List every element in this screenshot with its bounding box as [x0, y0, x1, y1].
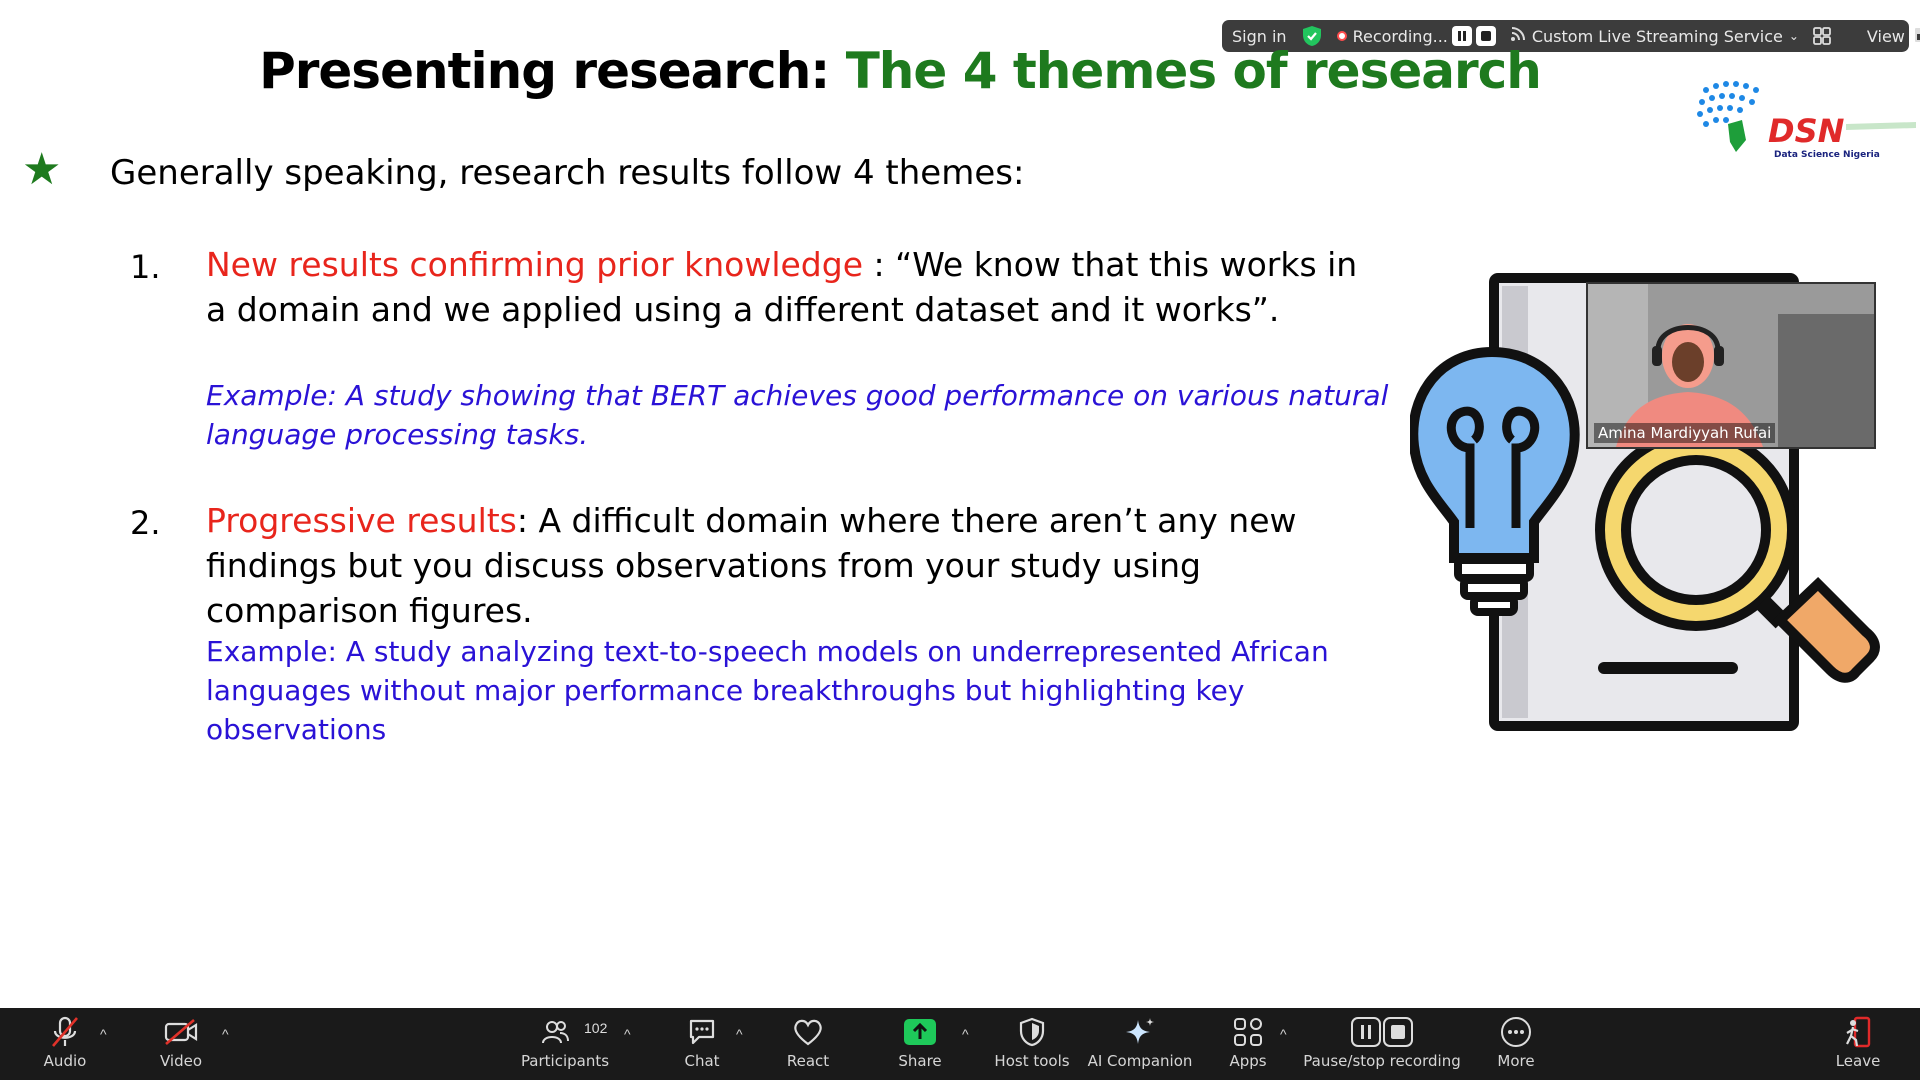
host-tools-button[interactable]: Host tools	[977, 1014, 1087, 1070]
item-1-highlight: New results confirming prior knowledge	[206, 245, 864, 284]
view-menu-button[interactable]: View	[1867, 27, 1920, 46]
slide-title-main: Presenting research:	[259, 42, 846, 100]
video-label: Video	[159, 1052, 203, 1070]
meeting-controls-toolbar: Audio ^ Video ^ 102 Participants ^ Chat …	[0, 1008, 1920, 1080]
slide-title: Presenting research: The 4 themes of res…	[250, 42, 1550, 100]
audio-label: Audio	[43, 1052, 87, 1070]
item-1-example: Example: A study showing that BERT achie…	[206, 379, 1389, 451]
view-layout-icon	[1914, 27, 1920, 46]
star-bullet-icon: ★	[22, 145, 62, 194]
item-2-example: Example: A study analyzing text-to-speec…	[206, 635, 1329, 746]
view-label: View	[1866, 26, 1905, 46]
microphone-muted-icon	[50, 1014, 80, 1050]
shield-icon	[1019, 1014, 1045, 1050]
video-off-icon	[164, 1014, 198, 1050]
participant-name-label: Amina Mardiyyah Rufai	[1594, 423, 1776, 443]
participants-icon: 102	[510, 1014, 620, 1050]
logo-subtitle: Data Science Nigeria	[1774, 150, 1880, 160]
participants-options-chevron-icon[interactable]: ^	[624, 1026, 631, 1042]
pause-icon	[1457, 31, 1466, 41]
chat-button[interactable]: Chat	[647, 1014, 757, 1070]
share-screen-icon	[904, 1014, 936, 1050]
participants-count: 102	[584, 1020, 608, 1036]
recording-dot-icon	[1336, 31, 1347, 41]
gallery-grid-icon[interactable]	[1813, 27, 1831, 45]
slide-title-highlight: The 4 themes of research	[845, 42, 1542, 100]
leave-button[interactable]: Leave	[1803, 1014, 1913, 1070]
live-streaming-menu[interactable]: Custom Live Streaming Service ⌄	[1510, 26, 1799, 46]
intro-text: Generally speaking, research results fol…	[110, 153, 1025, 193]
apps-options-chevron-icon[interactable]: ^	[1280, 1026, 1287, 1042]
apps-icon	[1233, 1014, 1263, 1050]
chat-icon	[687, 1014, 717, 1050]
dsn-logo: DSN Data Science Nigeria	[1696, 80, 1916, 170]
heart-icon	[792, 1014, 824, 1050]
chevron-down-icon: ⌄	[1788, 29, 1799, 43]
audio-button[interactable]: Audio	[10, 1014, 120, 1070]
leave-icon	[1843, 1014, 1873, 1050]
participant-video-tile[interactable]: Amina Mardiyyah Rufai	[1586, 282, 1876, 449]
stop-icon	[1480, 31, 1491, 41]
chat-options-chevron-icon[interactable]: ^	[736, 1026, 743, 1042]
item-2-highlight: Progressive results	[206, 501, 517, 540]
share-options-chevron-icon[interactable]: ^	[962, 1026, 969, 1042]
video-options-chevron-icon[interactable]: ^	[222, 1026, 229, 1042]
item-1-number: 1.	[130, 248, 161, 286]
pause-stop-recording-icon	[1351, 1014, 1413, 1050]
item-1-text: New results confirming prior knowledge :…	[206, 242, 1386, 332]
item-2-text: Progressive results: A difficult domain …	[206, 498, 1386, 633]
apps-button[interactable]: Apps	[1193, 1014, 1303, 1070]
apps-label: Apps	[1229, 1052, 1267, 1070]
ai-companion-button[interactable]: AI Companion	[1085, 1014, 1195, 1070]
item-2-number: 2.	[130, 504, 161, 542]
leave-label: Leave	[1835, 1052, 1881, 1070]
ai-companion-label: AI Companion	[1087, 1052, 1193, 1070]
sparkle-icon	[1124, 1014, 1156, 1050]
pause-stop-recording-label: Pause/stop recording	[1303, 1052, 1461, 1070]
participants-label: Participants	[520, 1052, 610, 1070]
video-button[interactable]: Video	[126, 1014, 236, 1070]
logo-brand: DSN	[1768, 112, 1845, 150]
more-options-icon	[1500, 1014, 1532, 1050]
share-label: Share	[898, 1052, 942, 1070]
react-button[interactable]: React	[753, 1014, 863, 1070]
pause-stop-recording-button[interactable]: Pause/stop recording	[1303, 1014, 1461, 1070]
participants-button[interactable]: 102 Participants	[510, 1014, 620, 1070]
host-tools-label: Host tools	[994, 1052, 1070, 1070]
more-label: More	[1497, 1052, 1535, 1070]
streaming-label: Custom Live Streaming Service	[1531, 26, 1783, 46]
audio-options-chevron-icon[interactable]: ^	[100, 1026, 107, 1042]
react-label: React	[786, 1052, 830, 1070]
chat-label: Chat	[684, 1052, 720, 1070]
more-button[interactable]: More	[1461, 1014, 1571, 1070]
share-button[interactable]: Share	[865, 1014, 975, 1070]
